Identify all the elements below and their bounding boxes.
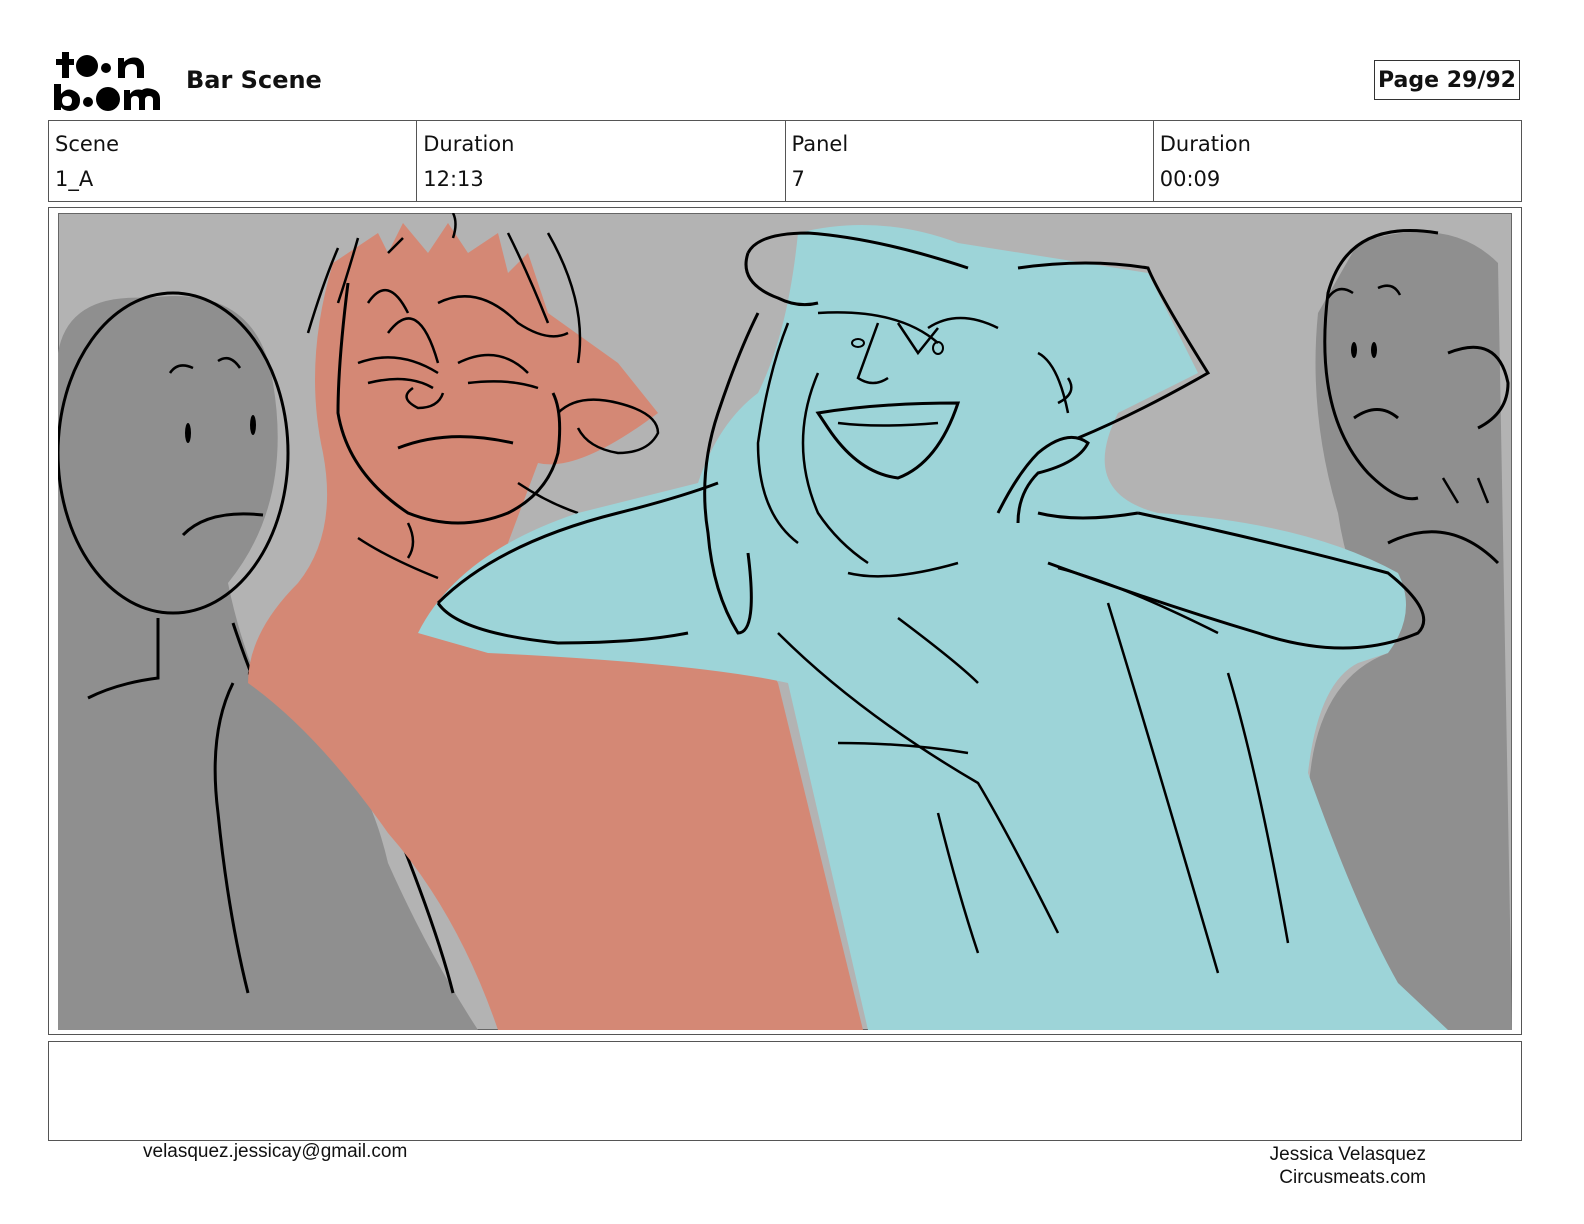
scene-duration-label: Duration <box>423 132 515 156</box>
panel-label: Panel <box>791 132 849 156</box>
scene-cell: Scene 1_A <box>49 121 418 201</box>
toon-boom-logo <box>54 52 160 111</box>
panel-cell: Panel 7 <box>786 121 1154 201</box>
footer-website: Circusmeats.com <box>1279 1167 1426 1188</box>
scene-duration-value: 12:13 <box>423 167 484 191</box>
scene-duration-cell: Duration 12:13 <box>417 121 786 201</box>
storyboard-panel-drawing <box>58 213 1512 1030</box>
footer-author-name: Jessica Velasquez <box>1269 1144 1426 1165</box>
panel-notes-box <box>48 1041 1522 1141</box>
project-title: Bar Scene <box>186 66 322 94</box>
panel-duration-cell: Duration 00:09 <box>1154 121 1521 201</box>
page-indicator: Page 29/92 <box>1374 60 1520 100</box>
panel-duration-value: 00:09 <box>1159 167 1221 191</box>
panel-duration-label: Duration <box>1159 132 1251 156</box>
panel-value: 7 <box>791 167 805 191</box>
scene-info-table: Scene 1_A Duration 12:13 Panel 7 Duratio… <box>48 120 1522 202</box>
footer-credits: Jessica Velasquez Circusmeats.com <box>1270 1143 1426 1189</box>
scene-value: 1_A <box>55 167 94 191</box>
footer-email: velasquez.jessicay@gmail.com <box>143 1141 408 1162</box>
scene-label: Scene <box>55 132 120 156</box>
